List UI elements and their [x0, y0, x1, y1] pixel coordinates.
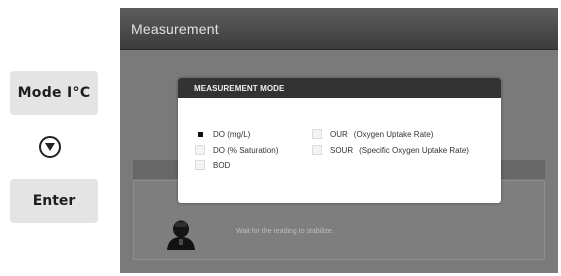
- device-screen: Measurement Wait for the reading to stab…: [120, 8, 558, 273]
- option-sour[interactable]: SOUR (Specific Oxygen Uptake Rate): [312, 145, 469, 155]
- selected-dot-icon: [197, 131, 203, 137]
- checkbox[interactable]: [312, 129, 322, 139]
- option-do-saturation[interactable]: DO (% Saturation): [195, 145, 278, 155]
- option-label: OUR: [330, 129, 348, 139]
- device-interface: Mode I°C Enter Measurement Wait for the …: [0, 0, 561, 276]
- option-label: DO (% Saturation): [213, 145, 279, 155]
- enter-button-label: Enter: [32, 193, 76, 209]
- option-our[interactable]: OUR (Oxygen Uptake Rate): [312, 129, 433, 139]
- option-bod[interactable]: BOD: [195, 160, 230, 170]
- dialog-title: MEASUREMENT MODE: [194, 83, 285, 93]
- operator-person-icon: [167, 220, 195, 250]
- down-arrow-button[interactable]: [39, 136, 61, 158]
- option-detail: (Specific Oxygen Uptake Rate): [359, 145, 469, 155]
- stabilize-hint: Wait for the reading to stabilize.: [236, 228, 334, 235]
- mode-button-label: Mode I°C: [17, 85, 91, 101]
- option-do-mgl[interactable]: DO (mg/L): [195, 129, 250, 139]
- option-label: DO (mg/L): [213, 129, 251, 139]
- option-label: SOUR: [330, 145, 354, 155]
- screen-title: Measurement: [131, 21, 219, 37]
- checkbox[interactable]: [312, 145, 322, 155]
- down-arrow-icon: [45, 143, 55, 151]
- measurement-mode-dialog: MEASUREMENT MODE DO (mg/L) DO (% Saturat…: [178, 78, 501, 203]
- option-label: BOD: [213, 160, 231, 170]
- option-detail: (Oxygen Uptake Rate): [353, 129, 434, 139]
- checkbox[interactable]: [195, 160, 205, 170]
- enter-button[interactable]: Enter: [10, 179, 98, 223]
- mode-button[interactable]: Mode I°C: [10, 71, 98, 115]
- title-bar: Measurement: [120, 8, 558, 50]
- checkbox[interactable]: [195, 145, 205, 155]
- checkbox[interactable]: [195, 129, 205, 139]
- dialog-header: MEASUREMENT MODE: [178, 78, 501, 98]
